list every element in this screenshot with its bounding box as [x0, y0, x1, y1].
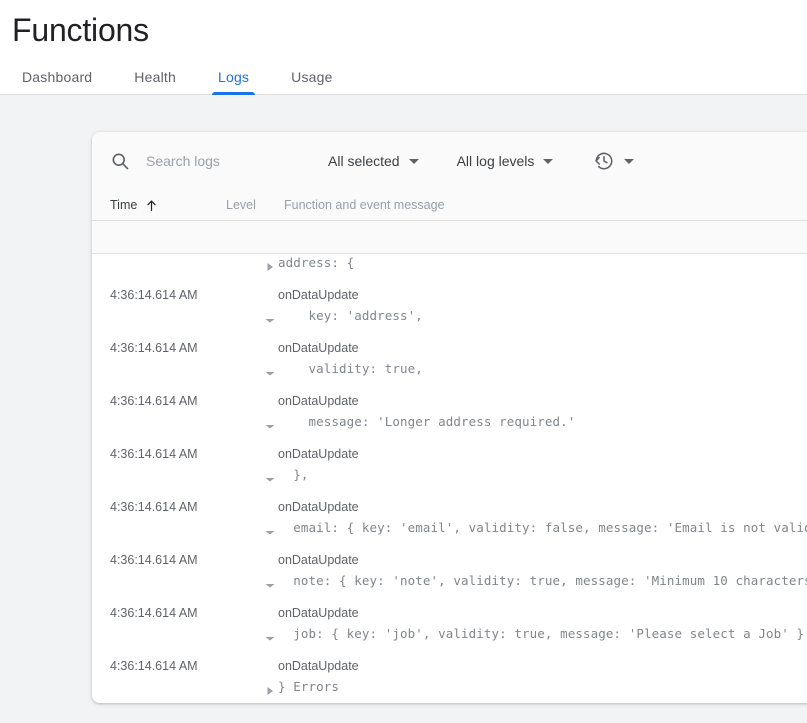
collapse-triangle-icon[interactable]: [264, 366, 276, 378]
expand-triangle-icon[interactable]: [264, 260, 276, 272]
logs-panel: All selected All log levels Time: [92, 132, 807, 703]
tab-bar: Dashboard Health Logs Usage: [0, 58, 807, 95]
log-row[interactable]: 4:36:14.614 AM onDataUpdate key: 'address…: [92, 281, 807, 334]
log-row-function-name: onDataUpdate: [278, 606, 359, 620]
column-header-level[interactable]: Level: [226, 198, 284, 212]
logs-toolbar: All selected All log levels: [92, 132, 807, 190]
log-levels-filter-dropdown[interactable]: All log levels: [457, 153, 554, 169]
log-row[interactable]: 4:36:14.614 AM onDataUpdate job: { key: '…: [92, 599, 807, 652]
column-header-time[interactable]: Time: [110, 198, 226, 212]
column-header-time-label: Time: [110, 198, 138, 212]
log-row-timestamp: 4:36:14.614 AM: [110, 500, 198, 514]
log-row-timestamp: 4:36:14.614 AM: [110, 553, 198, 567]
log-row-function-name: onDataUpdate: [278, 553, 359, 567]
log-row-timestamp: 4:36:14.614 AM: [110, 288, 198, 302]
logs-column-headers: Time Level Function and event message: [92, 190, 807, 221]
log-levels-filter-value: All log levels: [456, 153, 535, 169]
log-row-function-name: onDataUpdate: [278, 394, 359, 408]
logs-spacer-band: [92, 221, 807, 254]
log-row-timestamp: 4:36:14.614 AM: [110, 606, 198, 620]
time-range-dropdown[interactable]: [593, 150, 635, 172]
tab-dashboard[interactable]: Dashboard: [12, 69, 102, 94]
log-row-message: message: 'Longer address required.': [278, 414, 576, 429]
log-row-timestamp: 4:36:14.614 AM: [110, 341, 198, 355]
log-row-function-name: onDataUpdate: [278, 447, 359, 461]
chevron-down-icon: [624, 158, 635, 164]
search-box[interactable]: [110, 151, 310, 171]
log-row[interactable]: 4:36:14.614 AM onDataUpdate } Errors: [92, 652, 807, 703]
history-clock-icon: [593, 150, 615, 172]
log-row[interactable]: 4:36:14.614 AM onDataUpdate },: [92, 440, 807, 493]
expand-triangle-icon[interactable]: [264, 684, 276, 696]
log-row-message: note: { key: 'note', validity: true, mes…: [278, 573, 807, 588]
chevron-down-icon: [543, 158, 554, 164]
tab-usage[interactable]: Usage: [281, 69, 342, 94]
log-row-function-name: onDataUpdate: [278, 659, 359, 673]
collapse-triangle-icon[interactable]: [264, 631, 276, 643]
log-row[interactable]: 4:36:14.614 AM onDataUpdate note: { key: …: [92, 546, 807, 599]
log-row-function-name: onDataUpdate: [278, 500, 359, 514]
log-row-message: job: { key: 'job', validity: true, messa…: [278, 626, 805, 641]
functions-filter-dropdown[interactable]: All selected: [328, 153, 419, 169]
log-row-timestamp: 4:36:14.614 AM: [110, 447, 198, 461]
collapse-triangle-icon[interactable]: [264, 525, 276, 537]
collapse-triangle-icon[interactable]: [264, 419, 276, 431]
log-row-function-name: onDataUpdate: [278, 288, 359, 302]
tab-health[interactable]: Health: [124, 69, 186, 94]
log-row-message: } Errors: [278, 679, 340, 694]
log-row-message: validity: true,: [278, 361, 423, 376]
collapse-triangle-icon[interactable]: [264, 313, 276, 325]
log-row-timestamp: 4:36:14.614 AM: [110, 659, 198, 673]
log-row-message: address: {: [278, 255, 355, 270]
log-row-timestamp: 4:36:14.614 AM: [110, 394, 198, 408]
page-title: Functions: [12, 12, 149, 48]
log-row-message: key: 'address',: [278, 308, 423, 323]
log-row-function-name: onDataUpdate: [278, 341, 359, 355]
log-row-message: },: [278, 467, 309, 482]
log-row[interactable]: address: {: [92, 254, 807, 281]
sort-ascending-arrow-icon: [145, 199, 158, 212]
functions-filter-value: All selected: [328, 153, 400, 169]
chevron-down-icon: [408, 158, 419, 164]
logs-list: address: { 4:36:14.614 AM onDataUpdate key…: [92, 254, 807, 703]
log-row[interactable]: 4:36:14.614 AM onDataUpdate message: 'Lon…: [92, 387, 807, 440]
log-row[interactable]: 4:36:14.614 AM onDataUpdate validity: tru…: [92, 334, 807, 387]
collapse-triangle-icon[interactable]: [264, 472, 276, 484]
search-icon: [110, 151, 130, 171]
column-header-message[interactable]: Function and event message: [284, 198, 445, 212]
collapse-triangle-icon[interactable]: [264, 578, 276, 590]
page-header: Functions Dashboard Health Logs Usage: [0, 0, 807, 95]
search-input[interactable]: [146, 153, 306, 169]
log-row[interactable]: 4:36:14.614 AM onDataUpdate email: { key:…: [92, 493, 807, 546]
tab-logs[interactable]: Logs: [208, 69, 259, 95]
log-row-message: email: { key: 'email', validity: false, …: [278, 520, 807, 535]
